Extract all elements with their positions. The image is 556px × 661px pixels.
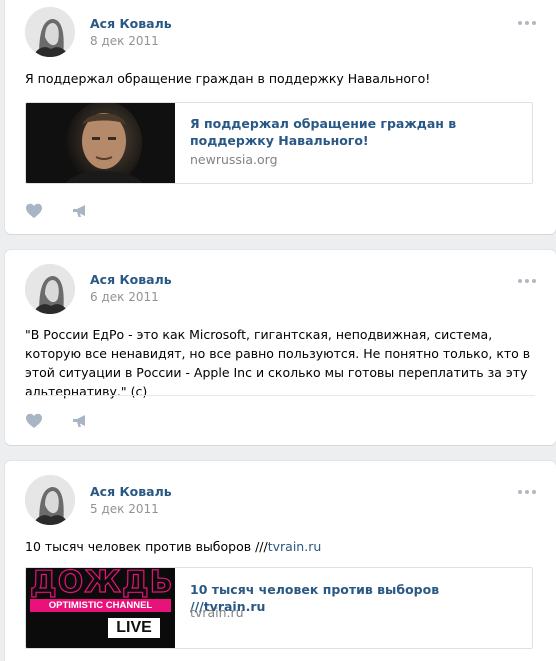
post-text: Я поддержал обращение граждан в поддержк… [25, 71, 431, 86]
post-author[interactable]: Ася Коваль [90, 272, 172, 287]
megaphone-icon[interactable] [71, 202, 89, 220]
post: Ася Коваль 8 дек 2011 Я поддержал обраще… [5, 0, 556, 234]
link-card[interactable]: Я поддержал обращение граждан в поддержк… [25, 102, 533, 184]
post-text: 10 тысяч человек против выборов ///tvrai… [25, 537, 536, 556]
heart-icon[interactable] [25, 202, 43, 220]
link-card-image[interactable]: ДОЖДЬ OPTIMISTIC CHANNEL LIVE [26, 568, 175, 648]
post: Ася Коваль 5 дек 2011 10 тысяч человек п… [5, 461, 556, 661]
post-date[interactable]: 5 дек 2011 [90, 502, 159, 516]
tvrain-logo-text: ДОЖДЬ [29, 568, 174, 600]
avatar[interactable] [25, 7, 75, 57]
avatar[interactable] [25, 264, 75, 314]
tvrain-logo-live: LIVE [108, 618, 160, 638]
heart-icon[interactable] [25, 412, 43, 430]
post-author[interactable]: Ася Коваль [90, 16, 172, 31]
link-card-domain: newrussia.org [190, 152, 278, 167]
post-date[interactable]: 6 дек 2011 [90, 290, 159, 304]
link-card-title[interactable]: Я поддержал обращение граждан в поддержк… [190, 115, 518, 149]
more-dots-icon[interactable] [518, 20, 536, 26]
link-card-image[interactable] [26, 103, 175, 183]
post-text-prefix: 10 тысяч человек против выборов /// [25, 539, 268, 554]
link-card-domain: tvrain.ru [190, 605, 244, 620]
post-text: "В России ЕдРо - это как Microsoft, гига… [25, 327, 531, 399]
more-dots-icon[interactable] [518, 278, 536, 284]
divider [25, 395, 535, 396]
megaphone-icon[interactable] [71, 412, 89, 430]
more-dots-icon[interactable] [518, 489, 536, 495]
post-date[interactable]: 8 дек 2011 [90, 34, 159, 48]
tvrain-logo-sub: OPTIMISTIC CHANNEL [30, 599, 171, 612]
post: Ася Коваль 6 дек 2011 "В России ЕдРо - э… [5, 250, 556, 445]
post-author[interactable]: Ася Коваль [90, 484, 172, 499]
avatar[interactable] [25, 475, 75, 525]
post-text-link[interactable]: tvrain.ru [268, 539, 322, 554]
link-card[interactable]: ДОЖДЬ OPTIMISTIC CHANNEL LIVE 10 тысяч ч… [25, 567, 533, 649]
